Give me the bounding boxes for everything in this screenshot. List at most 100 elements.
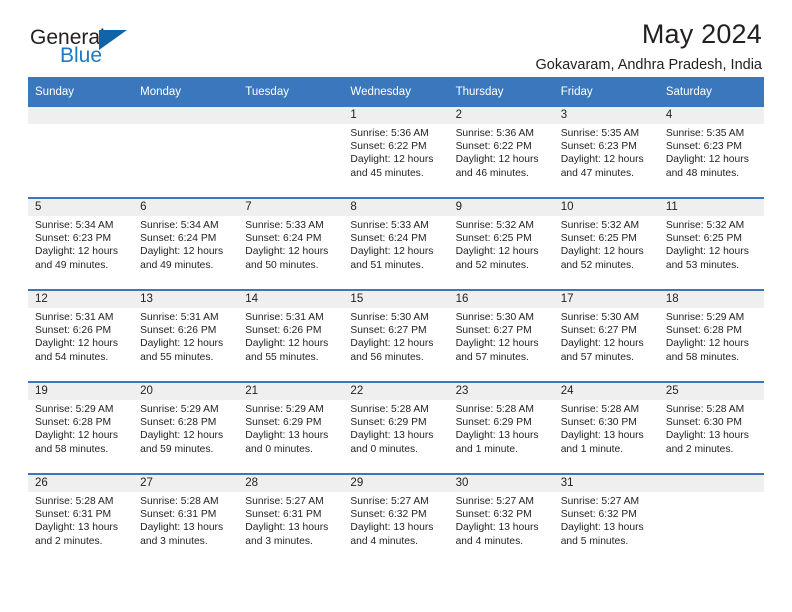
day-cell-inner: 19 Sunrise: 5:29 AM Sunset: 6:28 PM Dayligh… — [28, 383, 134, 473]
sunrise-text: Sunrise: 5:27 AM — [350, 496, 429, 507]
sunset-text: Sunset: 6:23 PM — [35, 233, 112, 245]
daylight-text-line2: and 4 minutes. — [455, 535, 524, 547]
day-cell[interactable]: 10 Sunrise: 5:32 AM Sunset: 6:25 PM Dayligh… — [553, 197, 659, 290]
day-details: Sunrise: 5:35 AM Sunset: 6:23 PM Daylight:… — [554, 124, 659, 180]
daylight-text-line1: Daylight: 12 hours — [665, 246, 749, 258]
day-cell[interactable]: 7 Sunrise: 5:33 AM Sunset: 6:24 PM Daylight… — [238, 197, 344, 290]
weekday-header-saturday: Saturday — [658, 77, 764, 107]
day-number: 3 — [553, 107, 659, 124]
day-cell-inner: 12 Sunrise: 5:31 AM Sunset: 6:26 PM Dayligh… — [28, 291, 134, 381]
day-number: 11 — [658, 199, 764, 216]
day-cell[interactable]: 21 Sunrise: 5:29 AM Sunset: 6:29 PM Dayligh… — [238, 381, 344, 474]
day-cell-inner: 2 Sunrise: 5:36 AM Sunset: 6:22 PM Daylight… — [448, 107, 554, 197]
day-details: Sunrise: 5:28 AM Sunset: 6:31 PM Daylight:… — [28, 492, 133, 548]
general-blue-logo[interactable]: General Blue — [28, 26, 228, 72]
day-cell-inner: 1 Sunrise: 5:36 AM Sunset: 6:22 PM Daylight… — [343, 107, 449, 197]
daylight-text-line2: and 46 minutes. — [455, 167, 529, 179]
day-number: 28 — [238, 475, 344, 492]
calendar-page: General Blue May 2024 Gokavaram, Andhra … — [0, 0, 792, 612]
day-cell[interactable]: 25 Sunrise: 5:28 AM Sunset: 6:30 PM Dayligh… — [658, 381, 764, 474]
day-number: 13 — [133, 291, 239, 308]
day-details: Sunrise: 5:32 AM Sunset: 6:25 PM Daylight:… — [659, 216, 764, 272]
day-number — [133, 107, 239, 124]
day-cell-inner: 11 Sunrise: 5:32 AM Sunset: 6:25 PM Dayligh… — [658, 199, 764, 289]
sunrise-sunset-calendar: Sunday Monday Tuesday Wednesday Thursday… — [28, 77, 764, 565]
day-cell[interactable] — [238, 107, 344, 198]
daylight-text-line2: and 0 minutes. — [350, 443, 418, 455]
daylight-text-line1: Daylight: 13 hours — [455, 522, 539, 534]
sunset-text: Sunset: 6:31 PM — [140, 509, 217, 521]
day-details: Sunrise: 5:27 AM Sunset: 6:32 PM Daylight:… — [554, 492, 659, 548]
day-details: Sunrise: 5:32 AM Sunset: 6:25 PM Daylight:… — [554, 216, 659, 272]
day-number: 20 — [133, 383, 239, 400]
day-details: Sunrise: 5:33 AM Sunset: 6:24 PM Daylight:… — [343, 216, 448, 272]
day-cell-inner: 27 Sunrise: 5:28 AM Sunset: 6:31 PM Dayligh… — [133, 475, 239, 565]
day-cell[interactable]: 14 Sunrise: 5:31 AM Sunset: 6:26 PM Dayligh… — [238, 289, 344, 382]
daylight-text-line1: Daylight: 13 hours — [245, 430, 329, 442]
daylight-text-line2: and 55 minutes. — [140, 351, 214, 363]
day-cell[interactable]: 24 Sunrise: 5:28 AM Sunset: 6:30 PM Dayligh… — [553, 381, 659, 474]
day-cell[interactable]: 6 Sunrise: 5:34 AM Sunset: 6:24 PM Daylight… — [133, 197, 239, 290]
daylight-text-line2: and 5 minutes. — [560, 535, 629, 547]
sunset-text: Sunset: 6:25 PM — [455, 233, 532, 245]
sunrise-text: Sunrise: 5:32 AM — [665, 220, 745, 231]
sunrise-text: Sunrise: 5:34 AM — [140, 220, 219, 231]
daylight-text-line1: Daylight: 12 hours — [245, 338, 329, 350]
sunrise-text: Sunrise: 5:31 AM — [245, 312, 324, 323]
daylight-text-line2: and 57 minutes. — [560, 351, 634, 363]
day-cell[interactable]: 20 Sunrise: 5:29 AM Sunset: 6:28 PM Dayligh… — [133, 381, 239, 474]
day-cell[interactable]: 17 Sunrise: 5:30 AM Sunset: 6:27 PM Dayligh… — [553, 289, 659, 382]
day-cell-inner: 8 Sunrise: 5:33 AM Sunset: 6:24 PM Daylight… — [343, 199, 449, 289]
day-cell[interactable]: 23 Sunrise: 5:28 AM Sunset: 6:29 PM Dayligh… — [448, 381, 554, 474]
day-cell[interactable]: 13 Sunrise: 5:31 AM Sunset: 6:26 PM Dayligh… — [133, 289, 239, 382]
day-cell-inner: 9 Sunrise: 5:32 AM Sunset: 6:25 PM Daylight… — [448, 199, 554, 289]
day-cell-inner: 18 Sunrise: 5:29 AM Sunset: 6:28 PM Dayligh… — [658, 291, 764, 381]
day-cell[interactable] — [28, 107, 134, 198]
sunrise-text: Sunrise: 5:31 AM — [35, 312, 114, 323]
day-cell[interactable]: 2 Sunrise: 5:36 AM Sunset: 6:22 PM Daylight… — [448, 107, 554, 198]
daylight-text-line1: Daylight: 12 hours — [140, 338, 224, 350]
day-details: Sunrise: 5:30 AM Sunset: 6:27 PM Daylight:… — [449, 308, 554, 364]
day-cell[interactable]: 16 Sunrise: 5:30 AM Sunset: 6:27 PM Dayligh… — [448, 289, 554, 382]
day-cell-inner: 20 Sunrise: 5:29 AM Sunset: 6:28 PM Dayligh… — [133, 383, 239, 473]
sunrise-text: Sunrise: 5:31 AM — [140, 312, 219, 323]
day-cell[interactable]: 9 Sunrise: 5:32 AM Sunset: 6:25 PM Daylight… — [448, 197, 554, 290]
daylight-text-line2: and 4 minutes. — [350, 535, 418, 547]
day-details: Sunrise: 5:28 AM Sunset: 6:29 PM Daylight:… — [343, 400, 448, 456]
daylight-text-line2: and 45 minutes. — [350, 167, 424, 179]
day-cell[interactable]: 29 Sunrise: 5:27 AM Sunset: 6:32 PM Dayligh… — [343, 473, 449, 565]
day-cell[interactable]: 5 Sunrise: 5:34 AM Sunset: 6:23 PM Daylight… — [28, 197, 134, 290]
day-cell[interactable]: 31 Sunrise: 5:27 AM Sunset: 6:32 PM Dayligh… — [553, 473, 659, 565]
sunset-text: Sunset: 6:23 PM — [560, 141, 637, 153]
day-cell[interactable] — [133, 107, 239, 198]
sunrise-text: Sunrise: 5:35 AM — [560, 128, 640, 139]
day-cell[interactable]: 15 Sunrise: 5:30 AM Sunset: 6:27 PM Dayligh… — [343, 289, 449, 382]
day-cell[interactable]: 3 Sunrise: 5:35 AM Sunset: 6:23 PM Daylight… — [553, 107, 659, 198]
daylight-text-line2: and 55 minutes. — [245, 351, 319, 363]
day-cell-inner: 5 Sunrise: 5:34 AM Sunset: 6:23 PM Daylight… — [28, 199, 134, 289]
day-number: 24 — [553, 383, 659, 400]
day-number — [658, 475, 764, 492]
daylight-text-line2: and 2 minutes. — [665, 443, 734, 455]
calendar-week-row: 19 Sunrise: 5:29 AM Sunset: 6:28 PM Dayligh… — [28, 381, 764, 474]
day-cell[interactable]: 30 Sunrise: 5:27 AM Sunset: 6:32 PM Dayligh… — [448, 473, 554, 565]
daylight-text-line2: and 47 minutes. — [560, 167, 634, 179]
day-cell[interactable]: 19 Sunrise: 5:29 AM Sunset: 6:28 PM Dayligh… — [28, 381, 134, 474]
day-cell[interactable]: 4 Sunrise: 5:35 AM Sunset: 6:23 PM Daylight… — [658, 107, 764, 198]
triangle-icon — [99, 30, 127, 50]
day-cell[interactable]: 11 Sunrise: 5:32 AM Sunset: 6:25 PM Dayligh… — [658, 197, 764, 290]
daylight-text-line1: Daylight: 13 hours — [350, 522, 434, 534]
day-cell[interactable]: 26 Sunrise: 5:28 AM Sunset: 6:31 PM Dayligh… — [28, 473, 134, 565]
daylight-text-line1: Daylight: 12 hours — [560, 154, 644, 166]
day-cell[interactable]: 22 Sunrise: 5:28 AM Sunset: 6:29 PM Dayligh… — [343, 381, 449, 474]
day-cell-inner: 3 Sunrise: 5:35 AM Sunset: 6:23 PM Daylight… — [553, 107, 659, 197]
day-cell[interactable]: 8 Sunrise: 5:33 AM Sunset: 6:24 PM Daylight… — [343, 197, 449, 290]
day-cell[interactable]: 27 Sunrise: 5:28 AM Sunset: 6:31 PM Dayligh… — [133, 473, 239, 565]
day-cell[interactable]: 18 Sunrise: 5:29 AM Sunset: 6:28 PM Dayligh… — [658, 289, 764, 382]
day-cell[interactable]: 28 Sunrise: 5:27 AM Sunset: 6:31 PM Dayligh… — [238, 473, 344, 565]
day-cell[interactable] — [658, 473, 764, 565]
daylight-text-line1: Daylight: 13 hours — [560, 430, 644, 442]
sunrise-text: Sunrise: 5:27 AM — [560, 496, 640, 507]
day-cell[interactable]: 12 Sunrise: 5:31 AM Sunset: 6:26 PM Dayligh… — [28, 289, 134, 382]
day-cell[interactable]: 1 Sunrise: 5:36 AM Sunset: 6:22 PM Daylight… — [343, 107, 449, 198]
